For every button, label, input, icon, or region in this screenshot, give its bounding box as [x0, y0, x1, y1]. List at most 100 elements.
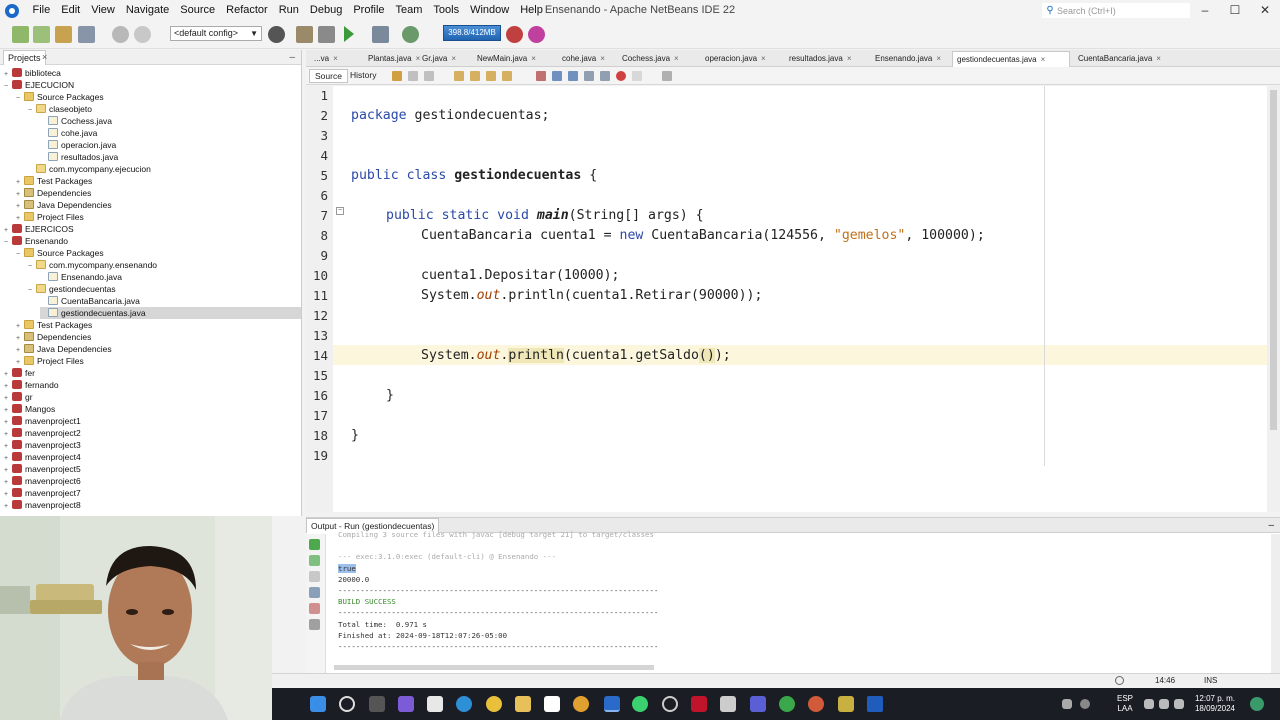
edge-icon[interactable]: [456, 696, 472, 712]
next-bookmark-icon[interactable]: [568, 71, 578, 81]
editor-tab[interactable]: NewMain.java ×: [473, 51, 553, 67]
clean-build-icon[interactable]: [318, 26, 335, 43]
settings-icon[interactable]: [662, 696, 678, 712]
settings-icon[interactable]: [309, 587, 320, 598]
profiler-icon[interactable]: [528, 26, 545, 43]
tree-item[interactable]: − com.mycompany.ensenando: [28, 259, 301, 273]
close-window-button[interactable]: ✕: [1250, 0, 1280, 21]
menu-profile[interactable]: Profile: [348, 0, 390, 21]
menu-view[interactable]: View: [86, 0, 121, 21]
chrome-3-icon[interactable]: [808, 696, 824, 712]
menu-team[interactable]: Team: [390, 0, 428, 21]
back-icon[interactable]: [392, 71, 402, 81]
tree-item[interactable]: + Java Dependencies: [16, 343, 301, 355]
expand-toggle-icon[interactable]: −: [28, 285, 36, 297]
teams-icon[interactable]: [750, 696, 766, 712]
tree-item[interactable]: + Project Files: [16, 211, 301, 223]
new-file-icon[interactable]: [12, 26, 29, 43]
close-tab-icon[interactable]: ×: [936, 54, 941, 63]
tree-item[interactable]: − gestiondecuentas: [28, 283, 301, 297]
battery-icon[interactable]: [1174, 699, 1184, 709]
tree-item[interactable]: + Dependencies: [16, 187, 301, 199]
scrollbar-thumb[interactable]: [1270, 90, 1277, 430]
rerun-goals-icon[interactable]: [309, 555, 320, 566]
menu-edit[interactable]: Edit: [56, 0, 86, 21]
menu-window[interactable]: Window: [465, 0, 515, 21]
close-tab-icon[interactable]: ×: [333, 54, 338, 63]
expand-toggle-icon[interactable]: −: [16, 249, 24, 261]
expand-toggle-icon[interactable]: +: [4, 501, 12, 513]
open-project-icon[interactable]: [55, 26, 72, 43]
volume-icon[interactable]: [1159, 699, 1169, 709]
tree-item[interactable]: cohe.java: [40, 127, 301, 139]
expand-toggle-icon[interactable]: −: [4, 81, 12, 93]
close-tab-icon[interactable]: ×: [600, 54, 605, 63]
menu-source[interactable]: Source: [175, 0, 221, 21]
capture-icon[interactable]: [720, 696, 736, 712]
memory-indicator[interactable]: 398.8/412MB: [443, 25, 501, 41]
editor-tab[interactable]: CuentaBancaria.java ×: [1074, 51, 1166, 67]
close-tab-icon[interactable]: ×: [847, 54, 852, 63]
notification-icon[interactable]: [1115, 676, 1124, 685]
word-icon[interactable]: [867, 696, 883, 712]
network-icon[interactable]: [1144, 699, 1154, 709]
wrap-icon[interactable]: [309, 619, 320, 630]
editor-tab[interactable]: ...va ×: [310, 51, 360, 67]
last-edit-icon[interactable]: [424, 71, 434, 81]
minimize-window-button[interactable]: –: [1190, 0, 1220, 21]
tree-item[interactable]: + fer: [4, 367, 301, 379]
minimize-icon[interactable]: –: [289, 50, 295, 65]
editor-tab[interactable]: cohe.java ×: [558, 51, 614, 67]
tree-item[interactable]: gestiondecuentas.java: [40, 307, 301, 319]
stop-macro-icon[interactable]: [632, 71, 642, 81]
tree-item[interactable]: + Dependencies: [16, 331, 301, 343]
chrome-2-icon[interactable]: [779, 696, 795, 712]
maximize-window-button[interactable]: ☐: [1220, 0, 1250, 21]
globe-icon[interactable]: [268, 26, 285, 43]
menu-tools[interactable]: Tools: [428, 0, 465, 21]
folder-icon[interactable]: [838, 696, 854, 712]
find-prev-icon[interactable]: [470, 71, 480, 81]
tree-item[interactable]: resultados.java: [40, 151, 301, 163]
projects-tab[interactable]: Projects: [3, 50, 46, 65]
clock-date[interactable]: 18/09/2024: [1188, 704, 1242, 714]
tree-item[interactable]: + mavenproject8: [4, 499, 301, 513]
tree-item[interactable]: + mavenproject1: [4, 415, 301, 427]
notifications-icon[interactable]: [1250, 697, 1264, 711]
files-icon[interactable]: [427, 696, 443, 712]
tree-item[interactable]: − claseobjeto: [28, 103, 301, 115]
menu-refactor[interactable]: Refactor: [221, 0, 274, 21]
profile-icon[interactable]: [402, 26, 419, 43]
editor-tab[interactable]: resultados.java ×: [785, 51, 867, 67]
tree-item[interactable]: com.mycompany.ejecucion: [28, 163, 301, 175]
tree-item[interactable]: + mavenproject3: [4, 439, 301, 451]
start-icon[interactable]: [310, 696, 326, 712]
input-language[interactable]: ESP: [1110, 694, 1140, 704]
minimize-icon[interactable]: –: [1268, 518, 1274, 533]
tree-item[interactable]: Cochess.java: [40, 115, 301, 127]
prev-bookmark-icon[interactable]: [552, 71, 562, 81]
tree-item[interactable]: − Source Packages: [16, 91, 301, 103]
clear-icon[interactable]: [309, 603, 320, 614]
undo-icon[interactable]: [112, 26, 129, 43]
microphone-icon[interactable]: [1080, 699, 1090, 709]
close-tab-icon[interactable]: ×: [761, 54, 766, 63]
close-tab-icon[interactable]: ×: [1156, 54, 1161, 63]
shift-right-icon[interactable]: [600, 71, 610, 81]
tree-item[interactable]: + mavenproject4: [4, 451, 301, 463]
close-tab-icon[interactable]: ×: [1041, 55, 1046, 64]
build-icon[interactable]: [296, 26, 313, 43]
explorer-icon[interactable]: [515, 696, 531, 712]
editor-tab[interactable]: Ensenando.java ×: [871, 51, 948, 67]
close-tab-icon[interactable]: ×: [674, 54, 679, 63]
history-tab[interactable]: History: [345, 69, 381, 83]
task-view-icon[interactable]: [369, 696, 385, 712]
shift-left-icon[interactable]: [584, 71, 594, 81]
output-hscrollbar[interactable]: [334, 665, 654, 670]
tree-item[interactable]: − Ensenando: [4, 235, 301, 249]
code-editor[interactable]: − package gestiondecuentas; public class…: [333, 86, 1267, 512]
expand-toggle-icon[interactable]: −: [28, 261, 36, 273]
expand-toggle-icon[interactable]: −: [4, 237, 12, 249]
tree-item[interactable]: + Test Packages: [16, 319, 301, 331]
tree-item[interactable]: + fernando: [4, 379, 301, 391]
